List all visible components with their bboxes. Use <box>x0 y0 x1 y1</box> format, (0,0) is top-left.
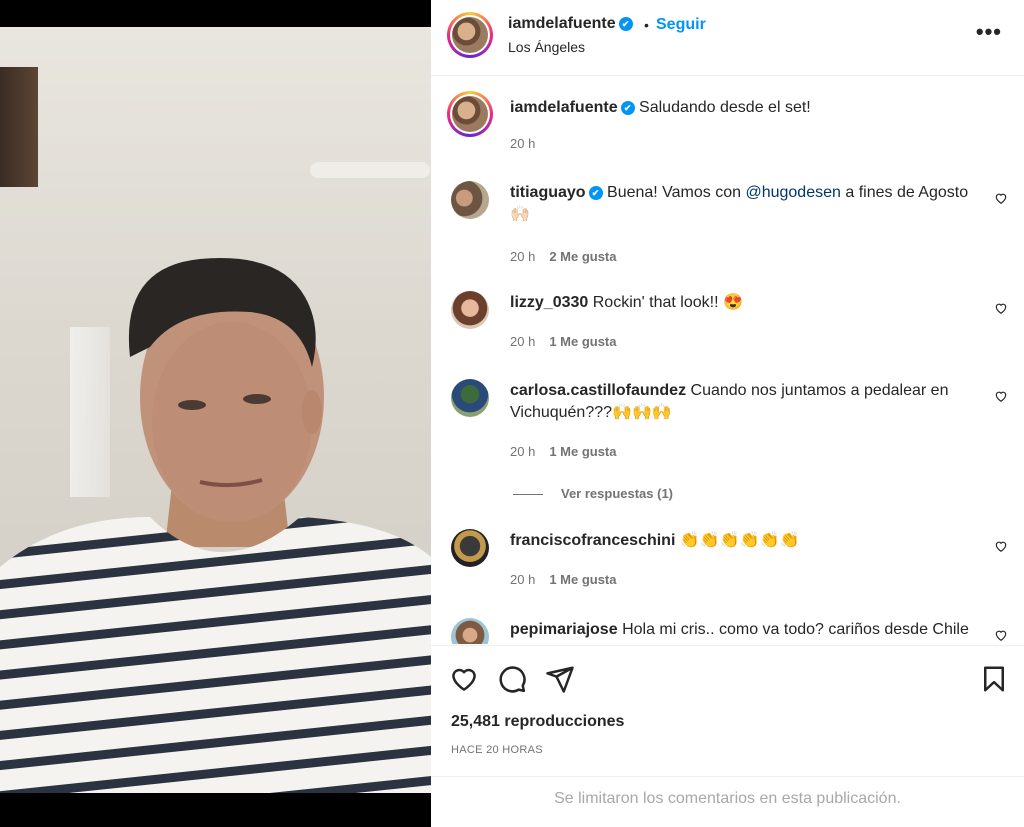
comment-time[interactable]: 20 h <box>510 572 535 587</box>
like-comment-heart-icon[interactable] <box>994 628 1008 642</box>
comment-meta: 20 h 1 Me gusta <box>510 334 617 349</box>
verified-badge-icon: ✔ <box>618 16 633 31</box>
comment-username[interactable]: titiaguayo <box>510 184 586 201</box>
person-image <box>0 258 431 793</box>
bookmark-icon[interactable] <box>979 664 1009 694</box>
comment-likes[interactable]: 1 Me gusta <box>549 572 616 587</box>
like-comment-heart-icon[interactable] <box>994 539 1008 553</box>
comment-time[interactable]: 20 h <box>510 249 535 264</box>
location-link[interactable]: Los Ángeles <box>508 39 585 55</box>
comment-likes[interactable]: 1 Me gusta <box>549 444 616 459</box>
comment-username[interactable]: franciscofranceschini <box>510 532 675 549</box>
comment-username[interactable]: lizzy_0330 <box>510 294 588 311</box>
comment-meta: 20 h 1 Me gusta <box>510 572 617 587</box>
commenter-avatar[interactable] <box>451 618 489 644</box>
like-comment-heart-icon[interactable] <box>994 191 1008 205</box>
verified-badge-icon: ✔ <box>588 185 603 200</box>
follow-button[interactable]: Seguir <box>656 16 706 34</box>
caption-username[interactable]: iamdelafuente <box>510 99 618 116</box>
heart-icon[interactable] <box>449 664 479 694</box>
comment-username[interactable]: pepimariajose <box>510 621 618 638</box>
comments-list[interactable]: iamdelafuente ✔ Saludando desde el set! 2… <box>431 77 1024 644</box>
comment-text: carlosa.castillofaundez Cuando nos junta… <box>510 382 949 421</box>
author-avatar[interactable] <box>447 12 493 58</box>
post-timestamp[interactable]: HACE 20 HORAS <box>451 744 543 756</box>
comment-icon[interactable] <box>497 664 527 694</box>
comment-username[interactable]: carlosa.castillofaundez <box>510 382 686 399</box>
caption-text: iamdelafuente ✔ Saludando desde el set! <box>510 99 811 117</box>
author-username[interactable]: iamdelafuente ✔ <box>508 15 633 33</box>
comment-time[interactable]: 20 h <box>510 444 535 459</box>
comment-text: lizzy_0330 Rockin' that look!! 😍 <box>510 294 743 311</box>
verified-badge-icon: ✔ <box>620 100 635 115</box>
comment-likes[interactable]: 2 Me gusta <box>549 249 616 264</box>
commenter-avatar[interactable] <box>451 181 489 219</box>
comment-text: franciscofranceschini 👏👏👏👏👏👏 <box>510 532 800 549</box>
caption-avatar[interactable] <box>447 91 493 137</box>
more-options-icon[interactable]: ••• <box>976 21 1002 43</box>
mention-link[interactable]: @hugodesen <box>745 184 840 201</box>
like-comment-heart-icon[interactable] <box>994 389 1008 403</box>
post-header: iamdelafuente ✔ • Seguir Los Ángeles ••• <box>431 0 1024 76</box>
comment-meta: 20 h 2 Me gusta <box>510 249 617 264</box>
separator-dot: • <box>644 17 649 33</box>
commenter-avatar[interactable] <box>451 379 489 417</box>
video-frame[interactable] <box>0 27 431 793</box>
comment-time[interactable]: 20 h <box>510 334 535 349</box>
view-count[interactable]: 25,481 reproducciones <box>451 713 624 731</box>
comment-text: titiaguayo ✔ Buena! Vamos con @hugodesen … <box>510 184 969 223</box>
comment-likes[interactable]: 1 Me gusta <box>549 334 616 349</box>
view-replies-button[interactable]: Ver respuestas (1) <box>513 486 673 501</box>
commenter-avatar[interactable] <box>451 529 489 567</box>
post-detail-panel: iamdelafuente ✔ • Seguir Los Ángeles ••• … <box>431 0 1024 827</box>
post-actions: 25,481 reproducciones HACE 20 HORAS Se l… <box>431 645 1024 827</box>
video-player[interactable] <box>0 0 431 827</box>
commenter-avatar[interactable] <box>451 291 489 329</box>
like-comment-heart-icon[interactable] <box>994 301 1008 315</box>
comment-text: pepimariajose Hola mi cris.. como va tod… <box>510 621 969 638</box>
caption-time[interactable]: 20 h <box>510 136 535 151</box>
caption-body: Saludando desde el set! <box>639 99 811 116</box>
comment-meta: 20 h 1 Me gusta <box>510 444 617 459</box>
comments-limited-notice: Se limitaron los comentarios en esta pub… <box>431 776 1024 827</box>
share-icon[interactable] <box>545 664 575 694</box>
